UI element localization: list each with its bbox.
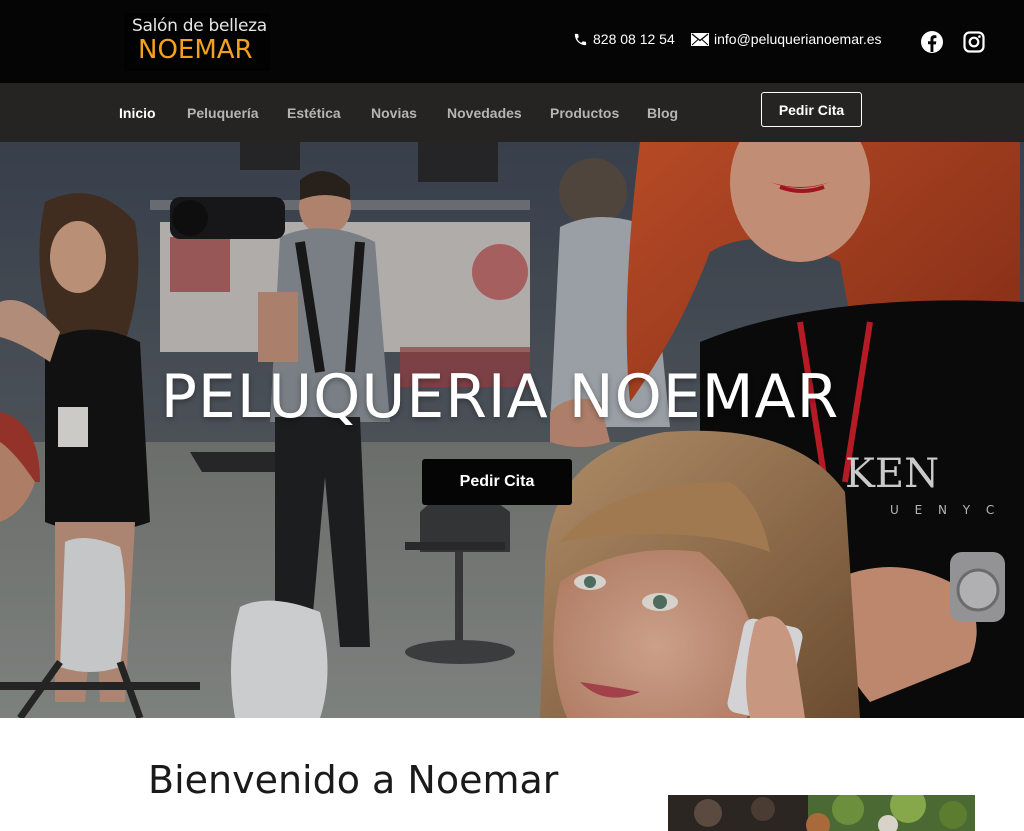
- logo-brand-name: NOEMAR: [138, 35, 253, 65]
- phone-icon: [574, 33, 587, 45]
- phone-contact[interactable]: 828 08 12 54: [573, 30, 675, 48]
- hero-title: PELUQUERIA NOEMAR: [160, 362, 840, 432]
- welcome-salon-photo: [668, 795, 975, 831]
- nav-item-productos[interactable]: Productos: [550, 105, 619, 121]
- hero-book-appointment-button[interactable]: Pedir Cita: [422, 459, 572, 505]
- nav-item-blog[interactable]: Blog: [647, 105, 678, 121]
- welcome-heading: Bienvenido a Noemar: [148, 758, 559, 802]
- nav-book-appointment-button[interactable]: Pedir Cita: [761, 92, 862, 127]
- envelope-icon: [691, 32, 709, 46]
- instagram-icon[interactable]: [962, 30, 986, 54]
- hero-banner: KEN U E N Y C PELUQUERIA NOEMAR Pedir Ci…: [0, 142, 1024, 718]
- nav-item-estetica[interactable]: Estética: [287, 105, 341, 121]
- site-logo[interactable]: Salón de belleza NOEMAR: [124, 13, 270, 71]
- facebook-icon[interactable]: [920, 30, 944, 54]
- email-contact[interactable]: info@peluquerianoemar.es: [691, 30, 882, 48]
- nav-item-novias[interactable]: Novias: [371, 105, 417, 121]
- main-navigation: Inicio Peluquería Estética Novias Noveda…: [0, 83, 1024, 142]
- nav-item-novedades[interactable]: Novedades: [447, 105, 522, 121]
- email-address: info@peluquerianoemar.es: [714, 31, 882, 47]
- logo-tagline: Salón de belleza: [132, 16, 267, 36]
- top-bar: Salón de belleza NOEMAR 828 08 12 54 inf…: [0, 0, 1024, 83]
- nav-item-inicio[interactable]: Inicio: [119, 105, 156, 121]
- phone-number: 828 08 12 54: [593, 31, 675, 47]
- nav-item-peluqueria[interactable]: Peluquería: [187, 105, 259, 121]
